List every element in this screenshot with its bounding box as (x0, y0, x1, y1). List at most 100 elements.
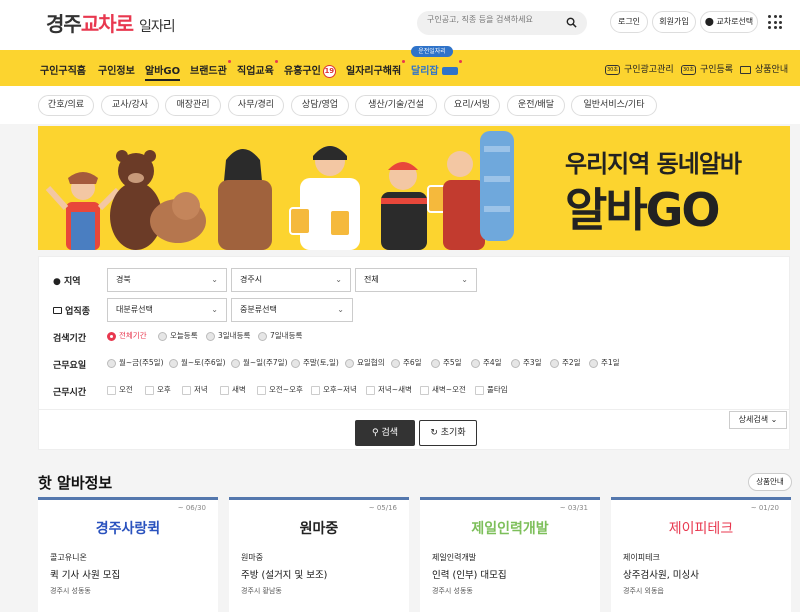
workday-option[interactable]: 주4일 (471, 357, 502, 368)
job-card[interactable]: ~ 05/16 원마중 원마중 주방 (설거지 및 보조) 경주시 황남동 (229, 497, 409, 612)
product-info-button[interactable]: 상품안내 (748, 473, 792, 491)
category-chip[interactable]: 상담/영업 (291, 95, 349, 116)
period-option[interactable]: 오늘등록 (158, 330, 198, 341)
worktime-option-label: 저녁 (194, 385, 208, 394)
company-name: 원마중 (241, 553, 264, 562)
workday-option[interactable]: 월~일(주7일) (231, 357, 288, 368)
workday-option[interactable]: 요일협의 (345, 357, 385, 368)
login-button[interactable]: 로그인 (610, 11, 648, 33)
worktime-option[interactable]: 오전 (107, 384, 133, 395)
radio-button (471, 358, 480, 368)
category-chip[interactable]: 일반서비스/기타 (571, 95, 657, 116)
workday-option[interactable]: 주3일 (511, 357, 542, 368)
category-chip[interactable]: 사무/경리 (228, 95, 284, 116)
product-info-link[interactable]: 상품안내 (740, 62, 788, 75)
region-label-text: 지역 (64, 277, 81, 287)
workday-option[interactable]: 주6일 (391, 357, 422, 368)
worktime-option[interactable]: 오전~오후 (257, 384, 303, 395)
category-chip[interactable]: 교사/강사 (101, 95, 159, 116)
period-option[interactable]: 3일내등록 (206, 330, 250, 341)
job-card[interactable]: ~ 06/30 경주사랑퀵 콜고유니온 퀵 기사 사원 모집 경주시 성동동 (38, 497, 218, 612)
worktime-option[interactable]: 저녁 (182, 384, 208, 395)
workday-option[interactable]: 월~토(주6일) (169, 357, 226, 368)
nav-item-dalijob[interactable]: 달리잡 (411, 60, 463, 77)
company-logo: 제이피테크 (668, 521, 734, 537)
nav-item-brand[interactable]: 브랜드관 (190, 60, 231, 77)
radio-button (107, 331, 116, 341)
workday-option-label: 주4일 (483, 358, 502, 367)
checkbox (475, 385, 484, 395)
major-category-select[interactable]: 대분류선택 ⌄ (107, 298, 227, 322)
worktime-option-label: 오전 (119, 385, 133, 394)
radio-button (550, 358, 559, 368)
search-icon[interactable] (566, 17, 577, 28)
workday-option[interactable]: 월~금(주5일) (107, 357, 164, 368)
workday-option[interactable]: 주2일 (550, 357, 581, 368)
search-button-label: 검색 (381, 428, 399, 438)
category-chip[interactable]: 운전/배달 (507, 95, 565, 116)
category-chip[interactable]: 생산/기술/건설 (355, 95, 437, 116)
reset-button[interactable]: ↻ 초기화 (419, 420, 477, 446)
worktime-option-label: 오전~오후 (269, 385, 303, 394)
product-info-label: 상품안내 (755, 65, 789, 75)
new-dot-icon (459, 60, 463, 63)
period-option[interactable]: 전체기간 (107, 330, 147, 341)
period-option[interactable]: 7일내등록 (258, 330, 302, 341)
company-name: 콜고유니온 (50, 553, 87, 562)
location-label: 교차로선택 (716, 17, 754, 26)
detail-search-button[interactable]: 상세검색 ⌄ (729, 411, 787, 429)
nav-item-albago[interactable]: 알바GO (145, 62, 181, 81)
city-select[interactable]: 경주시 ⌄ (231, 268, 351, 292)
worktime-option-label: 새벽 (232, 385, 246, 394)
workday-option[interactable]: 주1일 (589, 357, 620, 368)
worktime-option[interactable]: 저녁~새벽 (366, 384, 412, 395)
monitor-icon (740, 65, 751, 74)
workday-option-label: 월~일(주7일) (243, 358, 288, 367)
workday-option[interactable]: 주5일 (431, 357, 462, 368)
search-button[interactable]: ⚲ 검색 (355, 420, 415, 446)
job-card[interactable]: ~ 01/20 제이피테크 제이피테크 상주검사원, 미싱사 경주시 외동읍 (611, 497, 791, 612)
company-name: 제이피테크 (623, 553, 660, 562)
worktime-filter-label: 근무시간 (53, 388, 87, 398)
panel-divider (39, 409, 789, 410)
ad-register-link[interactable]: 30초 구인등록 (681, 62, 733, 75)
worktime-option-label: 저녁~새벽 (378, 385, 412, 394)
search-input[interactable] (427, 15, 562, 24)
job-category-icon (53, 307, 62, 314)
search-icon: ⚲ (371, 428, 379, 438)
category-chip[interactable]: 요리/서빙 (444, 95, 500, 116)
logo-brand: 교차로 (80, 12, 134, 36)
category-chip[interactable]: 간호/의료 (38, 95, 94, 116)
main-nav: 구인구직홈 구인정보 알바GO 브랜드관 직업교육 유흥구인 19 일자리구해줘 … (0, 50, 800, 86)
worktime-option[interactable]: 오후 (145, 384, 171, 395)
checkbox (257, 385, 266, 395)
nav-item-education[interactable]: 직업교육 (237, 60, 278, 77)
worktime-option[interactable]: 풀타임 (475, 384, 508, 395)
albago-banner[interactable]: 우리지역 동네알바 알바GO (38, 126, 790, 250)
minor-category-select[interactable]: 중분류선택 ⌄ (231, 298, 353, 322)
province-select[interactable]: 경북 ⌄ (107, 268, 227, 292)
period-filter-label: 검색기간 (53, 334, 87, 344)
category-chip[interactable]: 매장관리 (165, 95, 221, 116)
job-card[interactable]: ~ 03/31 제일인력개발 제일인력개발 인력 (인부) 대모집 경주시 성동… (420, 497, 600, 612)
ad-manage-link[interactable]: 30초 구인광고관리 (605, 62, 674, 75)
period-option-label: 오늘등록 (170, 331, 198, 340)
radio-button (589, 358, 598, 368)
worktime-option[interactable]: 새벽~오전 (420, 384, 466, 395)
site-logo[interactable]: 경주교차로 일자리 (46, 8, 176, 37)
location-select-button[interactable]: ⬤ 교차로선택 (700, 11, 758, 33)
workday-option-label: 주2일 (562, 358, 581, 367)
nav-item-find-job[interactable]: 일자리구해줘 (346, 60, 406, 77)
nav-item-adult[interactable]: 유흥구인 19 (284, 62, 336, 78)
reset-button-label: 초기화 (440, 428, 466, 438)
nav-item-job-info[interactable]: 구인정보 (98, 62, 135, 77)
district-select[interactable]: 전체 ⌄ (355, 268, 477, 292)
job-location: 경주시 성동동 (50, 587, 91, 595)
worktime-option[interactable]: 새벽 (220, 384, 246, 395)
all-menu-icon[interactable] (768, 15, 782, 29)
worktime-option[interactable]: 오후~저녁 (311, 384, 357, 395)
signup-button[interactable]: 회원가입 (652, 11, 696, 33)
new-dot-icon (227, 60, 231, 63)
nav-item-home[interactable]: 구인구직홈 (40, 62, 86, 77)
workday-option[interactable]: 주말(토,일) (291, 357, 339, 368)
